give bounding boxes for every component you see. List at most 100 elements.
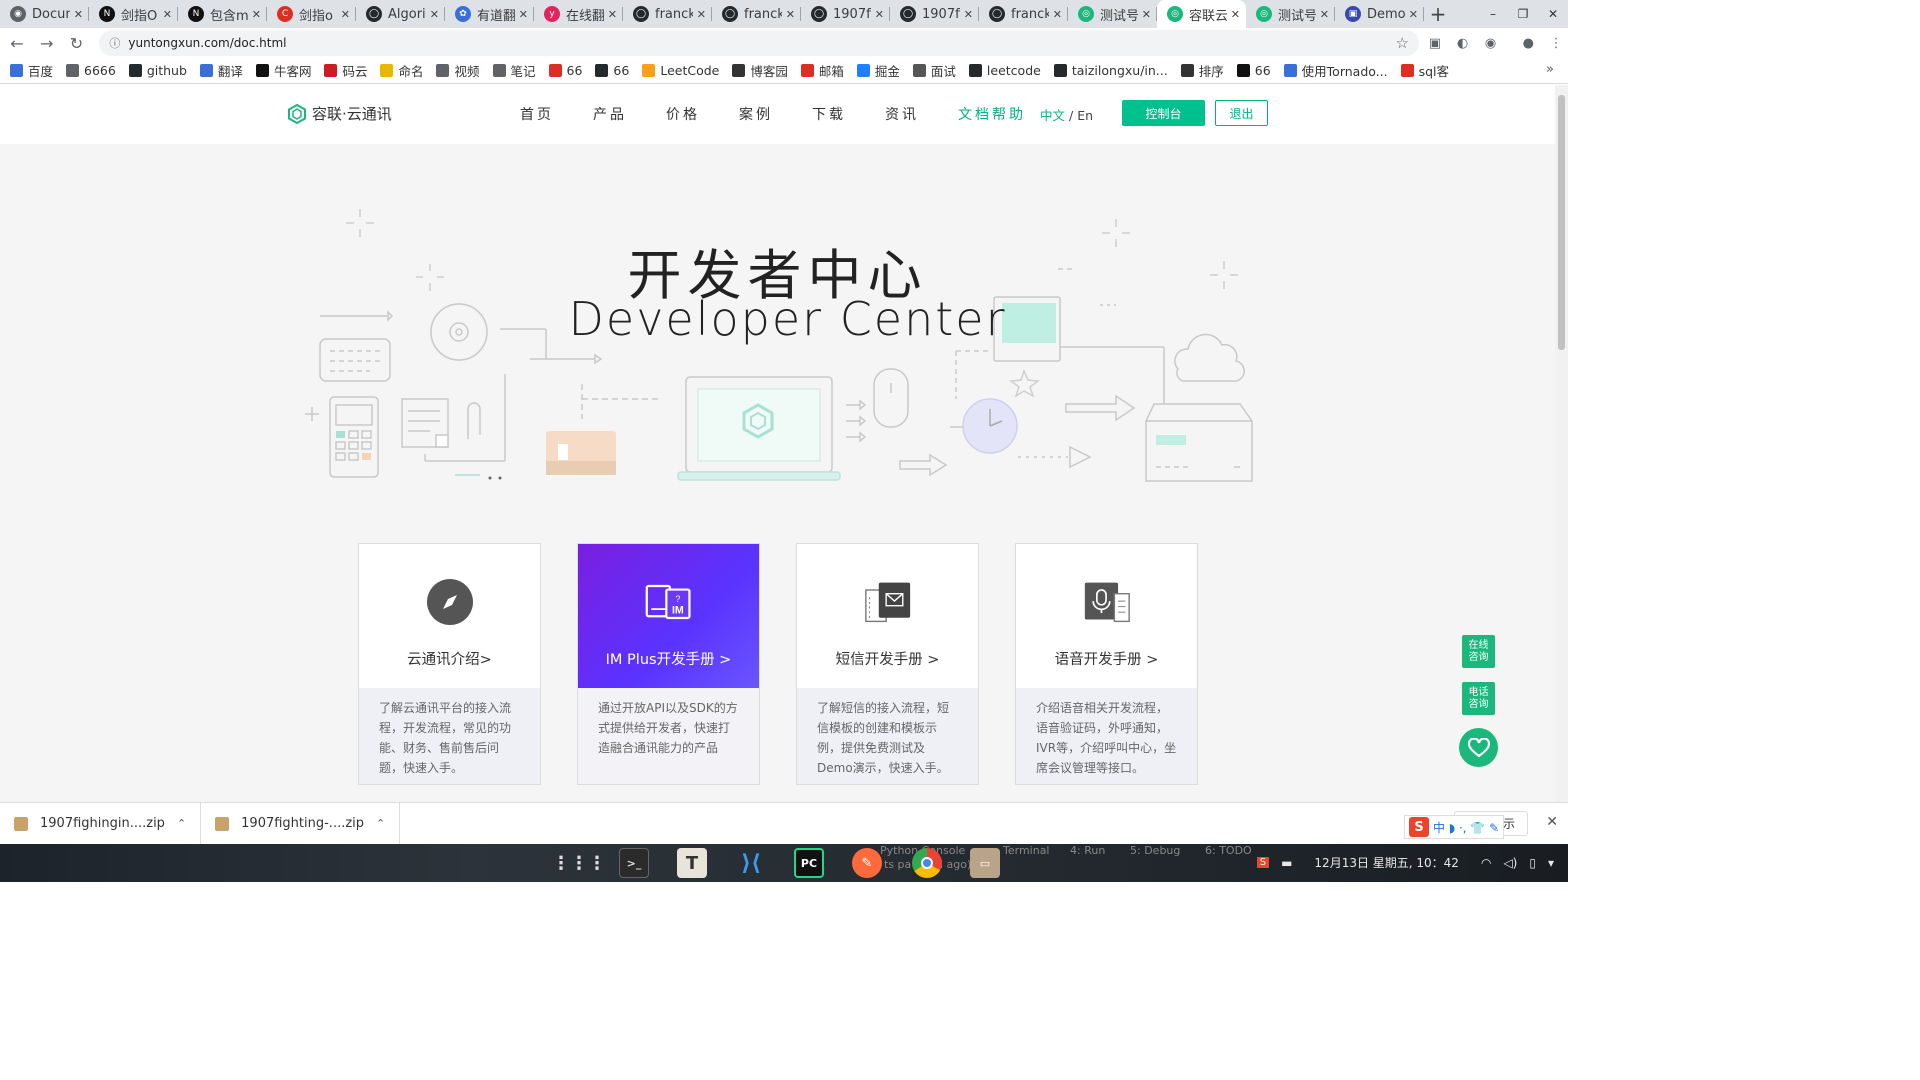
close-tab-icon[interactable]: ✕: [1142, 8, 1151, 21]
typora-icon[interactable]: T: [677, 848, 707, 878]
close-tab-icon[interactable]: ✕: [341, 8, 350, 21]
browser-tab[interactable]: ◉ Docum ✕: [0, 0, 89, 28]
files-icon[interactable]: ▭: [970, 848, 1000, 878]
nav-item[interactable]: 价格: [666, 104, 700, 124]
battery-icon[interactable]: ▯: [1529, 856, 1536, 870]
clock[interactable]: 12月13日 星期五, 10：42: [1314, 854, 1459, 871]
doc-card[interactable]: 云通讯介绍> 了解云通讯平台的接入流程，开发流程，常见的功能、财务、售前售后问题，…: [358, 543, 541, 785]
extension-icon[interactable]: ◉: [1479, 31, 1503, 55]
close-tab-icon[interactable]: ✕: [875, 8, 884, 21]
input-method-toolbar[interactable]: S 中 ◗ ·, 👕 ✎: [1404, 815, 1505, 839]
favorite-button[interactable]: [1459, 728, 1498, 767]
bookmark-item[interactable]: 码云: [324, 61, 367, 80]
bookmark-item[interactable]: github: [128, 63, 187, 78]
minimize-icon[interactable]: –: [1478, 0, 1508, 28]
close-tab-icon[interactable]: ✕: [1231, 8, 1240, 21]
pycharm-icon[interactable]: PC: [794, 848, 824, 878]
close-tab-icon[interactable]: ✕: [964, 8, 973, 21]
bookmark-item[interactable]: 百度: [10, 61, 53, 80]
page-scrollbar[interactable]: [1555, 85, 1568, 802]
bookmark-item[interactable]: 邮箱: [800, 61, 844, 80]
doc-card[interactable]: 短信开发手册 > 了解短信的接入流程，短信模板的创建和模板示例，提供免费测试及De…: [796, 543, 979, 785]
close-tab-icon[interactable]: ✕: [608, 8, 617, 21]
sogou-tray-icon[interactable]: S: [1256, 857, 1270, 868]
browser-tab[interactable]: N 剑指O ✕: [89, 0, 178, 28]
bookmark-item[interactable]: 命名: [380, 61, 423, 80]
close-tab-icon[interactable]: ✕: [1409, 8, 1418, 21]
restore-icon[interactable]: ❐: [1508, 0, 1538, 28]
close-window-icon[interactable]: ✕: [1538, 0, 1568, 28]
bookmark-item[interactable]: 牛客网: [255, 61, 311, 80]
browser-tab[interactable]: ◯ 1907fi ✕: [801, 0, 890, 28]
browser-tab[interactable]: ◯ franck ✕: [712, 0, 801, 28]
card-title[interactable]: 语音开发手册 >: [1055, 648, 1159, 669]
chevron-up-icon[interactable]: ⌃: [177, 817, 186, 830]
nav-item[interactable]: 下载: [812, 104, 846, 124]
nav-item[interactable]: 首页: [520, 104, 554, 124]
browser-tab[interactable]: N 包含m ✕: [178, 0, 267, 28]
console-button[interactable]: 控制台: [1122, 100, 1205, 126]
bookmark-item[interactable]: LeetCode: [642, 63, 719, 78]
bookmark-item[interactable]: 视频: [436, 61, 480, 80]
address-bar[interactable]: ⓘ yuntongxun.com/doc.html ☆: [99, 30, 1419, 56]
browser-tab[interactable]: ◯ 1907fi ✕: [890, 0, 979, 28]
close-tab-icon[interactable]: ✕: [252, 8, 261, 21]
terminal-icon[interactable]: >_: [619, 848, 649, 878]
browser-tab[interactable]: ◎ 测试号 ✕: [1068, 0, 1157, 28]
bookmark-item[interactable]: 使用Tornado...: [1283, 61, 1388, 80]
bookmark-item[interactable]: 面试: [912, 61, 956, 80]
bookmark-item[interactable]: taizilongxu/in...: [1053, 63, 1168, 78]
browser-tab[interactable]: C 剑指o ✕: [267, 0, 356, 28]
doc-card[interactable]: ? IM IM Plus开发手册 > 通过开放API以及SDK的方式提供给开发者，快速…: [577, 543, 760, 785]
lang-en[interactable]: En: [1077, 108, 1093, 123]
download-item[interactable]: 1907fighting-....zip ⌃: [201, 802, 401, 845]
nav-item[interactable]: 资讯: [885, 104, 919, 124]
forward-icon[interactable]: →: [34, 30, 60, 56]
reload-icon[interactable]: ↻: [64, 30, 90, 56]
close-tab-icon[interactable]: ✕: [74, 8, 83, 21]
bookmark-item[interactable]: 66: [1236, 63, 1271, 78]
app-grid-icon[interactable]: ⋮⋮⋮: [552, 848, 606, 878]
bookmark-item[interactable]: 掘金: [856, 61, 900, 80]
vscode-icon[interactable]: ⟩⟨: [736, 848, 766, 878]
bookmark-item[interactable]: 翻译: [199, 61, 243, 80]
nav-item[interactable]: 案例: [739, 104, 773, 124]
lang-zh[interactable]: 中文: [1040, 108, 1065, 123]
menu-icon[interactable]: ⋮: [1544, 31, 1568, 55]
bookmark-item[interactable]: 66: [595, 63, 629, 78]
scrollbar-thumb[interactable]: [1558, 95, 1565, 350]
browser-tab[interactable]: y 在线翻 ✕: [534, 0, 623, 28]
site-logo[interactable]: 容联·云通讯: [288, 103, 392, 124]
bookmarks-more[interactable]: »: [1546, 62, 1554, 77]
doc-card[interactable]: 语音开发手册 > 介绍语音相关开发流程，语音验证码，外呼通知，IVR等，介绍呼叫中…: [1015, 543, 1198, 785]
new-tab-button[interactable]: +: [1424, 0, 1452, 28]
info-icon[interactable]: ⓘ: [109, 35, 120, 51]
bookmark-item[interactable]: leetcode: [968, 63, 1041, 78]
wifi-icon[interactable]: ◠: [1481, 856, 1491, 870]
chrome-icon[interactable]: [912, 848, 942, 878]
browser-tab[interactable]: ◯ Algori ✕: [356, 0, 445, 28]
close-tab-icon[interactable]: ✕: [519, 8, 528, 21]
bookmark-item[interactable]: 66: [548, 63, 582, 78]
bookmark-item[interactable]: sql客: [1400, 61, 1449, 80]
browser-tab[interactable]: ◎ 容联云 ✕: [1157, 0, 1246, 28]
close-tab-icon[interactable]: ✕: [786, 8, 795, 21]
profile-icon[interactable]: ●: [1516, 31, 1540, 55]
nav-item[interactable]: 文档帮助: [958, 104, 1026, 124]
close-tab-icon[interactable]: ✕: [163, 8, 172, 21]
browser-tab[interactable]: ✿ 有道翻 ✕: [445, 0, 534, 28]
download-item[interactable]: 1907fighingin....zip ⌃: [0, 802, 202, 845]
chevron-up-icon[interactable]: ⌃: [376, 817, 385, 830]
online-consult-button[interactable]: 在线 咨询: [1462, 635, 1495, 668]
card-title[interactable]: IM Plus开发手册 >: [606, 648, 732, 669]
browser-tab[interactable]: ◯ franck ✕: [979, 0, 1068, 28]
close-tab-icon[interactable]: ✕: [1053, 8, 1062, 21]
browser-tab[interactable]: ◯ franck ✕: [623, 0, 712, 28]
close-tab-icon[interactable]: ✕: [430, 8, 439, 21]
bookmark-item[interactable]: 6666: [66, 63, 116, 78]
chevron-down-icon[interactable]: ▾: [1548, 856, 1554, 870]
phone-consult-button[interactable]: 电话 咨询: [1462, 682, 1495, 715]
logout-button[interactable]: 退出: [1215, 100, 1268, 126]
close-icon[interactable]: ✕: [1546, 814, 1558, 830]
close-tab-icon[interactable]: ✕: [697, 8, 706, 21]
